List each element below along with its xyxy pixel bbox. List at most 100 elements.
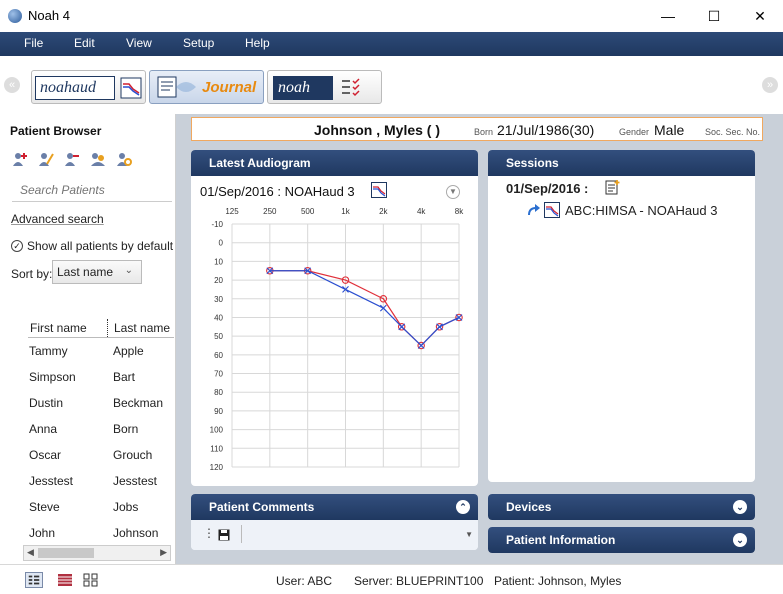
- sessions-header: Sessions: [488, 150, 755, 176]
- checklist-icon: [342, 78, 360, 97]
- nav-right-icon[interactable]: »: [762, 77, 778, 93]
- toolbar-overflow-icon[interactable]: ▼: [465, 530, 473, 539]
- audiogram-icon: [120, 77, 142, 99]
- module-journal-button[interactable]: Journal: [149, 70, 264, 104]
- y-tick-label: 30: [214, 295, 223, 304]
- view-table-icon[interactable]: [56, 572, 74, 588]
- minimize-button[interactable]: —: [645, 0, 691, 32]
- patient-settings-icon[interactable]: [116, 151, 132, 167]
- scroll-right-icon[interactable]: ▶: [160, 547, 167, 558]
- menu-setup[interactable]: Setup: [183, 36, 214, 50]
- toolbar-grip-icon: ⋮: [203, 526, 215, 540]
- sort-by-label: Sort by:: [11, 267, 53, 281]
- x-tick-label: 1k: [341, 207, 350, 216]
- status-user: User: ABC: [276, 574, 333, 588]
- scroll-left-icon[interactable]: ◀: [27, 547, 34, 558]
- expand-down-icon[interactable]: ⌄: [733, 533, 747, 547]
- scroll-thumb[interactable]: [38, 548, 94, 558]
- collapse-up-icon[interactable]: ⌃: [456, 500, 470, 514]
- advanced-search-link[interactable]: Advanced search: [11, 212, 104, 226]
- search-patients-input[interactable]: [12, 180, 162, 200]
- expand-down-icon[interactable]: ⌄: [733, 500, 747, 514]
- gender-value: Male: [654, 122, 685, 138]
- menu-help[interactable]: Help: [245, 36, 270, 50]
- patient-last-name[interactable]: Grouch: [113, 448, 152, 462]
- y-tick-label: 0: [219, 239, 224, 248]
- save-icon[interactable]: [218, 529, 230, 541]
- menu-edit[interactable]: Edit: [74, 36, 95, 50]
- module-noah-button[interactable]: noah: [267, 70, 382, 104]
- x-tick-label: 4k: [417, 207, 426, 216]
- ssn-label: Soc. Sec. No.: [705, 127, 761, 137]
- search-patients-box: [12, 180, 172, 202]
- close-button[interactable]: ✕: [737, 0, 783, 32]
- patient-last-name[interactable]: Born: [113, 422, 138, 436]
- patient-first-name[interactable]: Simpson: [29, 370, 76, 384]
- patient-last-name[interactable]: Beckman: [113, 396, 163, 410]
- patient-information-title: Patient Information: [506, 533, 616, 547]
- module-noahaud-button[interactable]: noahaud: [31, 70, 146, 104]
- patient-comments-title: Patient Comments: [209, 500, 315, 514]
- horizontal-scrollbar[interactable]: ◀ ▶: [23, 545, 171, 561]
- edit-patient-icon[interactable]: [38, 151, 54, 167]
- status-patient: Patient: Johnson, Myles: [494, 574, 622, 588]
- column-first-name[interactable]: First name: [30, 321, 87, 335]
- x-tick-label: 250: [263, 207, 277, 216]
- patient-first-name[interactable]: Steve: [29, 500, 60, 514]
- title-bar: Noah 4 — ☐ ✕: [0, 0, 783, 32]
- x-tick-label: 500: [301, 207, 315, 216]
- delete-patient-icon[interactable]: [64, 151, 80, 167]
- patient-last-name[interactable]: Bart: [113, 370, 135, 384]
- patient-information-header[interactable]: Patient Information ⌄: [488, 527, 755, 553]
- sort-by-select[interactable]: Last name ⌄: [52, 260, 142, 284]
- patient-last-name[interactable]: Jesstest: [113, 474, 157, 488]
- patient-first-name[interactable]: Anna: [29, 422, 57, 436]
- y-tick-label: 50: [214, 332, 223, 341]
- y-tick-label: 10: [214, 257, 223, 266]
- patient-last-name[interactable]: Johnson: [113, 526, 158, 540]
- add-patient-icon[interactable]: [12, 151, 28, 167]
- column-last-name[interactable]: Last name: [114, 321, 170, 335]
- view-list-detail-icon[interactable]: [25, 572, 43, 588]
- patient-information-panel[interactable]: Patient Information ⌄: [488, 527, 755, 553]
- status-server: Server: BLUEPRINT100: [354, 574, 484, 588]
- maximize-button[interactable]: ☐: [691, 0, 737, 32]
- born-label: Born: [474, 127, 494, 137]
- audiogram-small-icon: [371, 182, 387, 198]
- view-grid-icon[interactable]: [82, 572, 100, 588]
- nav-left-icon[interactable]: «: [4, 77, 20, 93]
- header-divider: [28, 337, 174, 338]
- session-entry[interactable]: ABC:HIMSA - NOAHaud 3: [565, 203, 717, 218]
- patient-last-name[interactable]: Apple: [113, 344, 144, 358]
- journal-label: Journal: [202, 79, 257, 96]
- checked-radio-icon[interactable]: ✓: [11, 240, 23, 252]
- patient-first-name[interactable]: Jesstest: [29, 474, 73, 488]
- toolbar-separator: [241, 525, 242, 543]
- patient-first-name[interactable]: Dustin: [29, 396, 63, 410]
- sort-by-value: Last name: [57, 265, 114, 279]
- patient-last-name[interactable]: Jobs: [113, 500, 138, 514]
- patient-first-name[interactable]: John: [29, 526, 55, 540]
- patient-comments-panel: Patient Comments ⌃ ⋮ ▼: [191, 494, 478, 550]
- y-tick-label: -10: [211, 220, 223, 229]
- latest-audiogram-header: Latest Audiogram: [191, 150, 478, 176]
- status-bar: User: ABC Server: BLUEPRINT100 Patient: …: [0, 564, 783, 594]
- menu-view[interactable]: View: [126, 36, 152, 50]
- y-tick-label: 110: [210, 444, 223, 453]
- merge-patient-icon[interactable]: [90, 151, 106, 167]
- devices-header[interactable]: Devices ⌄: [488, 494, 755, 520]
- data-point-x: [398, 323, 406, 331]
- show-all-patients-option[interactable]: ✓ Show all patients by default: [11, 239, 173, 253]
- menu-file[interactable]: File: [24, 36, 43, 50]
- session-audiogram-icon: [544, 202, 560, 218]
- patient-first-name[interactable]: Oscar: [29, 448, 61, 462]
- noah-logo: noah: [273, 76, 333, 100]
- y-tick-label: 60: [214, 351, 223, 360]
- session-date[interactable]: 01/Sep/2016 :: [506, 181, 588, 196]
- devices-panel[interactable]: Devices ⌄: [488, 494, 755, 520]
- audiogram-dropdown-icon[interactable]: ▼: [446, 185, 460, 199]
- data-point-x-mark: [436, 323, 443, 331]
- patient-first-name[interactable]: Tammy: [29, 344, 68, 358]
- session-arrow-icon: [528, 204, 540, 216]
- column-divider[interactable]: [107, 319, 108, 337]
